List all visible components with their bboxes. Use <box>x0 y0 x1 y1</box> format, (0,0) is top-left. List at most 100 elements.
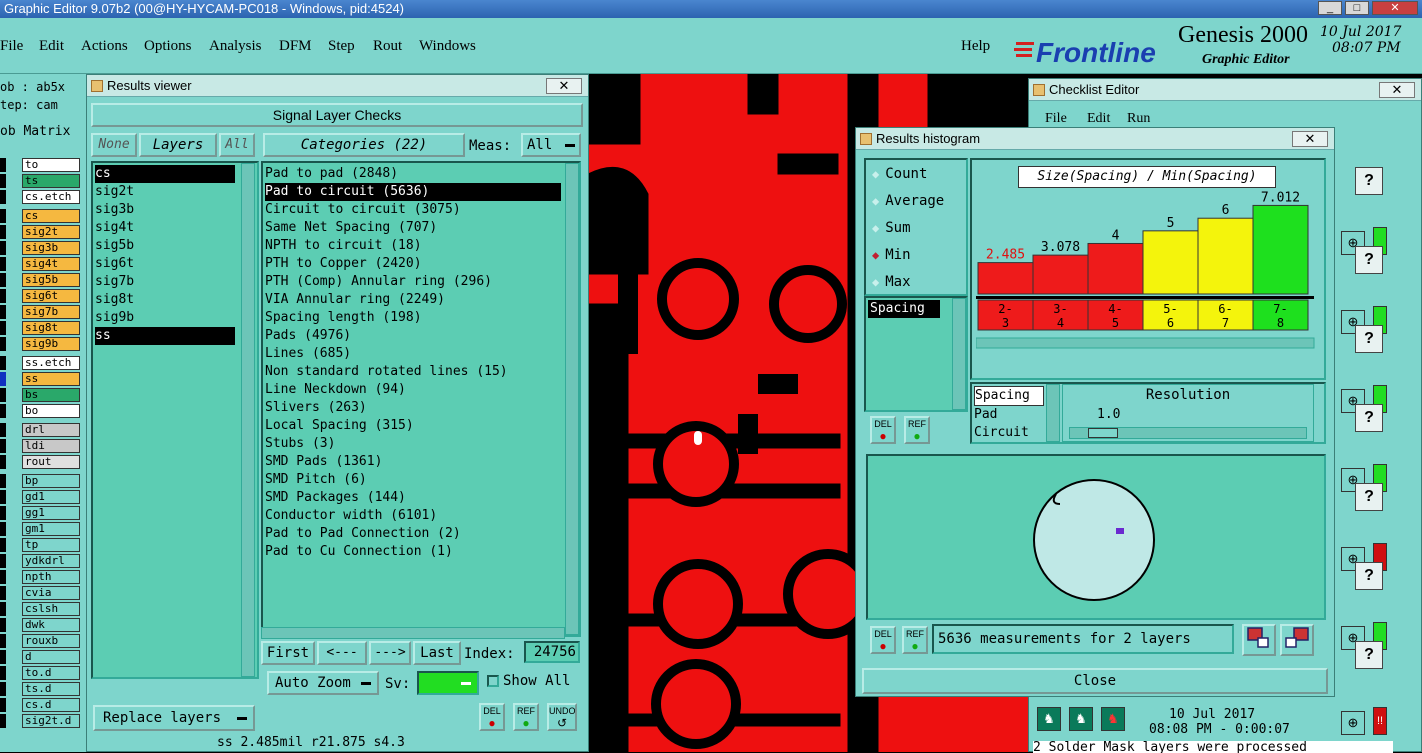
category-list-item[interactable]: SMD Packages (144) <box>265 489 561 507</box>
categories-list[interactable]: Pad to pad (2848) Pad to circuit (5636) Ci… <box>261 161 581 637</box>
zoom-icon[interactable]: ⊕ <box>1341 711 1365 735</box>
category-list-item[interactable]: Conductor width (6101) <box>265 507 561 525</box>
checklist-close-button[interactable]: ✕ <box>1379 82 1415 98</box>
histogram-bar[interactable] <box>1197 217 1254 295</box>
layer-name[interactable]: ss <box>22 372 80 386</box>
category-list-item[interactable]: Lines (685) <box>265 345 561 363</box>
aggregate-option[interactable]: ◆ Count <box>872 166 927 186</box>
aggregate-option[interactable]: ◆ Min <box>872 247 911 267</box>
layer-list-item[interactable]: ss <box>95 327 235 345</box>
layers-button[interactable]: Layers <box>139 133 217 157</box>
measure-list[interactable]: Spacing <box>864 296 968 412</box>
menu-edit[interactable]: Edit <box>39 38 64 55</box>
matrix-layer-row[interactable]: cs.etch <box>0 190 86 206</box>
category-list-item[interactable]: PTH (Comp) Annular ring (296) <box>265 273 561 291</box>
stop-icon[interactable]: ♞ <box>1101 707 1125 731</box>
histogram-bar[interactable] <box>1252 204 1309 295</box>
matrix-layer-row[interactable]: sig6t <box>0 289 86 305</box>
aggregate-option[interactable]: ◆ Sum <box>872 220 911 240</box>
category-list-item[interactable]: Line Neckdown (94) <box>265 381 561 399</box>
help-icon[interactable]: ? <box>1355 167 1383 195</box>
layer-list-item[interactable]: sig2t <box>95 183 235 201</box>
layer-name[interactable]: gg1 <box>22 506 80 520</box>
chart-hscrollbar[interactable] <box>976 337 1315 349</box>
category-list-item[interactable]: Pads (4976) <box>265 327 561 345</box>
layer-name[interactable]: gm1 <box>22 522 80 536</box>
layer-list-item[interactable]: cs <box>95 165 235 183</box>
maximize-button[interactable]: □ <box>1345 1 1369 15</box>
layer-name[interactable]: gd1 <box>22 490 80 504</box>
sv-color-dropdown[interactable] <box>417 671 479 695</box>
aggregate-option[interactable]: ◆ Average <box>872 193 944 213</box>
category-list-item[interactable]: Spacing length (198) <box>265 309 561 327</box>
help-icon[interactable]: ? <box>1355 325 1383 353</box>
layers-scrollbar[interactable] <box>241 163 255 677</box>
matrix-layer-row[interactable]: cvia <box>0 586 86 602</box>
layer-name[interactable]: ldi <box>22 439 80 453</box>
preview-ref-button[interactable]: REF ● <box>902 626 928 654</box>
help-icon[interactable]: ? <box>1355 641 1383 669</box>
results-viewer-titlebar[interactable]: Results viewer ✕ <box>87 75 588 97</box>
categories-scrollbar[interactable] <box>565 163 579 635</box>
checklist-menu-edit[interactable]: Edit <box>1087 111 1110 127</box>
measure-item[interactable]: Spacing <box>868 300 940 318</box>
layer-name[interactable]: bs <box>22 388 80 402</box>
undo-button[interactable]: UNDO ↺ <box>547 703 577 731</box>
menu-dfm[interactable]: DFM <box>279 38 312 55</box>
show-all-checkbox[interactable] <box>487 675 499 687</box>
run-icon[interactable]: ♞ <box>1037 707 1061 731</box>
matrix-layer-row[interactable]: cslsh <box>0 602 86 618</box>
category-list-item[interactable]: Pad to Cu Connection (1) <box>265 543 561 561</box>
layer-list-item[interactable]: sig9b <box>95 309 235 327</box>
layer-name[interactable]: ydkdrl <box>22 554 80 568</box>
matrix-layer-row[interactable]: ldi <box>0 439 86 455</box>
replace-layers-dropdown[interactable]: Replace layers <box>93 705 255 731</box>
minimize-button[interactable]: _ <box>1318 1 1342 15</box>
export-left-icon[interactable] <box>1242 624 1276 656</box>
layer-name[interactable]: to <box>22 158 80 172</box>
category-list-item[interactable]: Pad to Pad Connection (2) <box>265 525 561 543</box>
menu-actions[interactable]: Actions <box>81 38 128 55</box>
resolution-slider-thumb[interactable] <box>1088 428 1118 438</box>
matrix-layer-row[interactable]: ss <box>0 372 86 388</box>
matrix-layer-row[interactable]: sig2t.d <box>0 714 86 730</box>
help-icon[interactable]: ? <box>1355 562 1383 590</box>
layer-name[interactable]: rouxb <box>22 634 80 648</box>
close-button[interactable]: Close <box>862 668 1328 694</box>
matrix-layer-row[interactable]: ts.d <box>0 682 86 698</box>
matrix-layer-row[interactable]: npth <box>0 570 86 586</box>
signal-layer-checks-heading[interactable]: Signal Layer Checks <box>91 103 583 127</box>
layer-list-item[interactable]: sig7b <box>95 273 235 291</box>
matrix-layer-row[interactable]: ts <box>0 174 86 190</box>
layer-name[interactable]: sig7b <box>22 305 80 319</box>
all-button[interactable]: All <box>219 133 255 157</box>
matrix-layer-row[interactable]: sig4t <box>0 257 86 273</box>
layer-name[interactable]: rout <box>22 455 80 469</box>
first-button[interactable]: First <box>261 641 315 665</box>
matrix-layer-row[interactable]: sig3b <box>0 241 86 257</box>
layer-name[interactable]: d <box>22 650 80 664</box>
category-list-item[interactable]: Pad to pad (2848) <box>265 165 561 183</box>
layer-name[interactable]: cvia <box>22 586 80 600</box>
index-field[interactable]: 24756 <box>524 641 580 663</box>
layer-name[interactable]: npth <box>22 570 80 584</box>
help-icon[interactable]: ? <box>1355 246 1383 274</box>
checklist-editor-titlebar[interactable]: Checklist Editor ✕ <box>1029 79 1421 101</box>
matrix-layer-row[interactable]: sig7b <box>0 305 86 321</box>
close-window-button[interactable]: ✕ <box>1372 1 1418 15</box>
last-button[interactable]: Last <box>413 641 461 665</box>
menu-file[interactable]: File <box>0 38 23 55</box>
matrix-layer-row[interactable]: sig5b <box>0 273 86 289</box>
menu-analysis[interactable]: Analysis <box>209 38 262 55</box>
hist-ref-button[interactable]: REF ● <box>904 416 930 444</box>
histogram-bar[interactable] <box>977 262 1034 295</box>
layer-name[interactable]: sig2t <box>22 225 80 239</box>
layer-list-item[interactable]: sig3b <box>95 201 235 219</box>
layer-name[interactable]: sig3b <box>22 241 80 255</box>
matrix-layer-row[interactable]: bp <box>0 474 86 490</box>
layer-name[interactable]: ts.d <box>22 682 80 696</box>
run-all-icon[interactable]: ♞ <box>1069 707 1093 731</box>
category-list-item[interactable]: Same Net Spacing (707) <box>265 219 561 237</box>
measure-scrollbar[interactable] <box>952 298 966 410</box>
histogram-bar[interactable] <box>1142 230 1199 295</box>
